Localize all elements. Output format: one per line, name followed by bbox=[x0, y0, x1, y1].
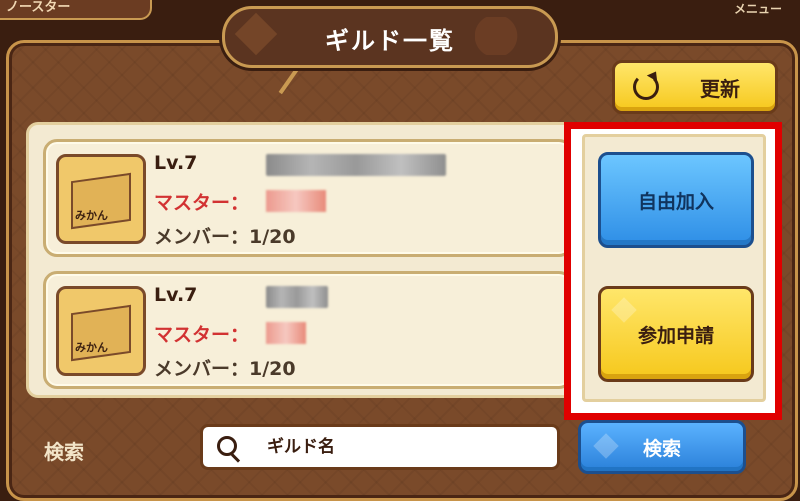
master-label: マスター： bbox=[154, 192, 250, 214]
guild-emblem-icon: みかん bbox=[56, 286, 146, 376]
apply-join-button[interactable]: 参加申請 bbox=[598, 286, 754, 382]
guild-level: Lv.7 bbox=[154, 152, 198, 174]
master-name-redacted bbox=[266, 322, 306, 344]
guild-name-redacted bbox=[266, 154, 446, 176]
emblem-text: みかん bbox=[75, 341, 108, 354]
reload-icon bbox=[633, 74, 659, 100]
emblem-text: みかん bbox=[75, 209, 108, 222]
search-label: 検索 bbox=[44, 440, 84, 464]
search-input[interactable] bbox=[265, 435, 539, 459]
search-button-label: 検索 bbox=[642, 438, 681, 460]
top-left-tab-label: ノースター bbox=[6, 0, 71, 15]
guild-name-redacted bbox=[266, 286, 328, 308]
master-name-redacted bbox=[266, 190, 326, 212]
guild-level: Lv.7 bbox=[154, 284, 198, 306]
page-title: ギルド一覧 bbox=[325, 27, 455, 55]
apply-join-label: 参加申請 bbox=[637, 325, 714, 347]
free-join-label: 自由加入 bbox=[637, 191, 714, 213]
diamond-pattern-icon bbox=[611, 297, 637, 323]
top-left-tab[interactable]: ノースター bbox=[0, 0, 152, 20]
master-label: マスター： bbox=[154, 324, 250, 346]
reload-button-label: 更新 bbox=[700, 77, 740, 101]
member-count: メンバー：1/20 bbox=[154, 358, 296, 380]
free-join-button[interactable]: 自由加入 bbox=[598, 152, 754, 248]
search-icon bbox=[217, 436, 237, 456]
search-button[interactable]: 検索 bbox=[578, 420, 746, 474]
title-banner: ギルド一覧 bbox=[222, 6, 558, 68]
search-field[interactable] bbox=[200, 424, 560, 470]
guild-card[interactable]: みかん Lv.7 マスター： メンバー：1/20 bbox=[43, 271, 573, 389]
menu-button[interactable]: メニュー bbox=[734, 0, 782, 17]
member-count: メンバー：1/20 bbox=[154, 226, 296, 248]
reload-button[interactable]: 更新 bbox=[612, 60, 778, 114]
guild-emblem-icon: みかん bbox=[56, 154, 146, 244]
guild-card[interactable]: みかん Lv.7 マスター： メンバー：1/20 bbox=[43, 139, 573, 257]
